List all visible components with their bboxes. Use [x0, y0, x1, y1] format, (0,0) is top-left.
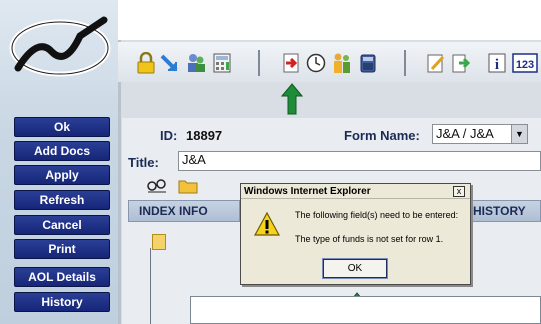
content-panel — [190, 296, 541, 324]
calculator-icon[interactable] — [212, 52, 232, 74]
folder-icon[interactable] — [178, 178, 198, 194]
form-name-label: Form Name: — [344, 128, 420, 143]
dialog-message-line1: The following field(s) need to be entere… — [295, 210, 459, 220]
id-value: 18897 — [186, 128, 223, 143]
arrow-link-icon[interactable] — [160, 52, 180, 74]
history-button[interactable]: History — [14, 292, 110, 312]
toolbar-separator — [404, 50, 406, 76]
sidebar: Ok Add Docs Apply Refresh Cancel Print A… — [0, 0, 118, 324]
tab-index-info[interactable]: INDEX INFO — [128, 200, 240, 222]
print-button[interactable]: Print — [14, 239, 110, 259]
edit-doc-icon[interactable] — [426, 52, 446, 74]
info-icon[interactable]: i — [487, 52, 507, 74]
title-input[interactable]: J&A — [178, 151, 541, 171]
title-value: J&A — [182, 152, 206, 167]
people-icon[interactable] — [332, 52, 352, 74]
dialog-ok-button[interactable]: OK — [322, 258, 388, 279]
form-name-select[interactable]: J&A / J&A ▼ — [432, 124, 528, 144]
warning-icon — [254, 212, 280, 236]
network-icon[interactable] — [146, 178, 168, 194]
note-icon[interactable] — [152, 234, 166, 250]
forward-doc-icon[interactable] — [281, 52, 301, 74]
cancel-button[interactable]: Cancel — [14, 215, 110, 235]
divider — [150, 248, 151, 324]
apply-button[interactable]: Apply — [14, 165, 110, 185]
form-name-value: J&A / J&A — [436, 126, 494, 141]
add-docs-button[interactable]: Add Docs — [14, 141, 110, 161]
dialog-message-line2: The type of funds is not set for row 1. — [295, 234, 444, 244]
ok-button[interactable]: Ok — [14, 117, 110, 137]
title-label: Title: — [128, 155, 159, 170]
tab-history[interactable]: HISTORY — [470, 200, 541, 222]
dialog-title: Windows Internet Explorer — [241, 184, 470, 199]
svg-text:123: 123 — [516, 59, 534, 71]
toolbar — [118, 42, 541, 82]
clock-icon[interactable] — [306, 52, 326, 74]
numbering-icon[interactable]: 123 — [512, 52, 538, 74]
alert-dialog: Windows Internet Explorer x The followin… — [240, 183, 471, 285]
svg-text:i: i — [495, 57, 499, 73]
lock-icon[interactable] — [136, 52, 156, 74]
aol-details-button[interactable]: AOL Details — [14, 267, 110, 287]
phone-icon[interactable] — [358, 52, 378, 74]
company-logo-icon — [9, 16, 111, 77]
up-arrow-annotation-icon — [281, 83, 303, 115]
toolbar-separator — [258, 50, 260, 76]
id-label: ID: — [160, 128, 178, 143]
doc-arrow-icon[interactable] — [451, 52, 471, 74]
refresh-button[interactable]: Refresh — [14, 190, 110, 210]
chevron-down-icon[interactable]: ▼ — [511, 125, 527, 143]
users-icon[interactable] — [186, 52, 206, 74]
close-icon[interactable]: x — [453, 186, 465, 197]
